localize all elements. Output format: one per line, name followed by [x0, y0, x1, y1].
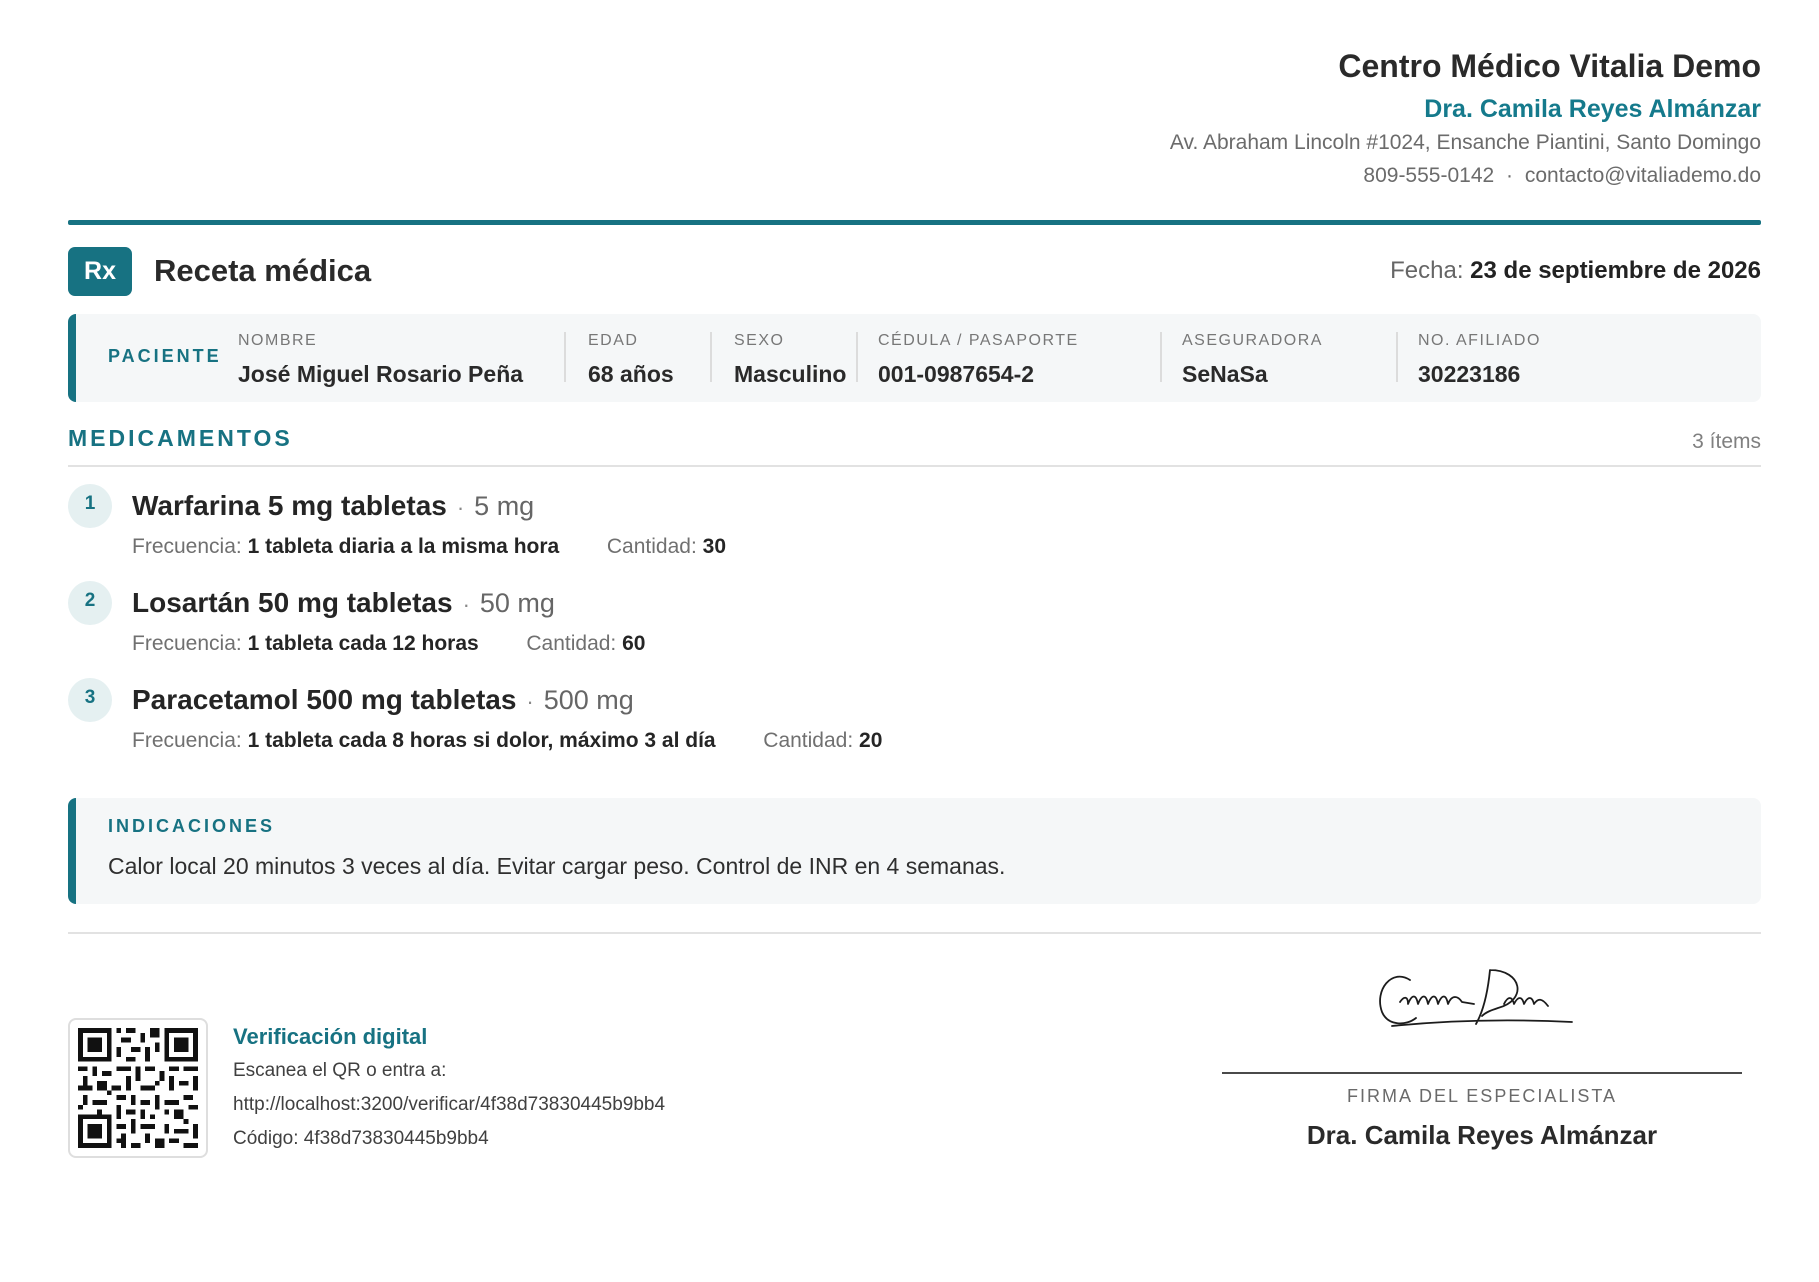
field-divider [710, 332, 712, 382]
patient-field-sex: SEXO Masculino [734, 330, 846, 390]
medication-name: Losartán 50 mg tabletas [132, 587, 453, 618]
patient-field-id: CÉDULA / PASAPORTE 001-0987654-2 [878, 330, 1079, 390]
frequency-label: Frecuencia: [132, 632, 242, 655]
medications-count: 3 ítems [1692, 430, 1761, 453]
qr-code-icon [78, 1028, 198, 1148]
indications-text: Calor local 20 minutos 3 veces al día. E… [108, 853, 1006, 879]
verification-instruction: Escanea el QR o entra a: [233, 1060, 447, 1081]
contact-separator: · [1506, 164, 1514, 187]
clinic-name: Centro Médico Vitalia Demo [1338, 48, 1761, 84]
field-value: 68 años [588, 361, 674, 387]
field-value: 001-0987654-2 [878, 361, 1035, 387]
field-label: CÉDULA / PASAPORTE [878, 332, 1079, 349]
medication-dose: 5 mg [474, 491, 535, 521]
field-value: SeNaSa [1182, 361, 1268, 387]
quantity-value: 20 [859, 729, 883, 752]
qr-code [68, 1018, 208, 1158]
clinic-contact: 809-555-0142 · contacto@vitaliademo.do [1170, 159, 1761, 192]
frequency-value: 1 tableta cada 12 horas [247, 632, 479, 655]
medication-title: Warfarina 5 mg tabletas · 5 mg [132, 486, 534, 531]
header-divider [68, 220, 1761, 225]
medications-heading: MEDICAMENTOS [68, 425, 293, 451]
title-separator: · [526, 689, 534, 714]
field-divider [1396, 332, 1398, 382]
verification-block: Verificación digital Escanea el QR o ent… [233, 1020, 665, 1156]
medication-title: Paracetamol 500 mg tabletas · 500 mg [132, 680, 634, 725]
clinic-phone: 809-555-0142 [1363, 164, 1495, 187]
quantity-label: Cantidad: [606, 535, 697, 558]
medication-name: Paracetamol 500 mg tabletas [132, 684, 517, 715]
rx-badge: Rx [68, 247, 132, 296]
patient-field-name: NOMBRE José Miguel Rosario Peña [238, 330, 523, 390]
field-divider [564, 332, 566, 382]
patient-section-label: PACIENTE [108, 346, 222, 366]
field-divider [1160, 332, 1162, 382]
field-divider [856, 332, 858, 382]
patient-panel: PACIENTE NOMBRE José Miguel Rosario Peña… [68, 314, 1761, 402]
signature-label: FIRMA DEL ESPECIALISTA [1346, 1086, 1618, 1106]
verification-code: Código: 4f38d73830445b9bb4 [233, 1128, 489, 1149]
quantity-label: Cantidad: [526, 632, 617, 655]
title-separator: · [456, 495, 465, 520]
field-label: ASEGURADORA [1182, 332, 1323, 349]
clinic-email[interactable]: contacto@vitaliademo.do [1525, 164, 1761, 187]
document-title: Receta médica [154, 253, 372, 288]
quantity-label: Cantidad: [763, 729, 854, 752]
footer-divider [68, 932, 1761, 934]
document-date: Fecha: 23 de septiembre de 2026 [1390, 254, 1761, 288]
medication-title: Losartán 50 mg tabletas · 50 mg [132, 583, 555, 628]
medication-dose: 50 mg [479, 588, 555, 618]
patient-field-age: EDAD 68 años [588, 330, 674, 390]
medication-details: Frecuencia: 1 tableta cada 12 horas Cant… [132, 629, 645, 659]
field-value: Masculino [734, 361, 847, 387]
medication-details: Frecuencia: 1 tableta cada 8 horas si do… [132, 726, 882, 756]
quantity-value: 30 [702, 535, 726, 558]
handwritten-signature [1379, 969, 1573, 1027]
field-label: NO. AFILIADO [1418, 332, 1541, 349]
clinic-header: Centro Médico Vitalia Demo Dra. Camila R… [1170, 46, 1761, 192]
patient-field-affiliate: NO. AFILIADO 30223186 [1418, 330, 1541, 390]
field-label: NOMBRE [238, 332, 318, 349]
frequency-label: Frecuencia: [132, 535, 242, 558]
clinic-address: Av. Abraham Lincoln #1024, Ensanche Pian… [1169, 131, 1761, 154]
date-label: Fecha: [1390, 257, 1464, 284]
field-label: EDAD [588, 332, 639, 349]
medications-divider [68, 465, 1761, 467]
medication-number: 3 [68, 678, 112, 722]
frequency-value: 1 tableta diaria a la misma hora [247, 535, 560, 558]
medication-dose: 500 mg [543, 685, 634, 715]
patient-field-insurer: ASEGURADORA SeNaSa [1182, 330, 1323, 390]
field-value: 30223186 [1418, 361, 1521, 387]
title-separator: · [462, 592, 470, 617]
medication-number: 2 [68, 581, 112, 625]
date-value: 23 de septiembre de 2026 [1470, 257, 1761, 284]
indications-label: INDICACIONES [108, 816, 276, 836]
verification-title: Verificación digital [233, 1024, 428, 1049]
medication-name: Warfarina 5 mg tabletas [132, 490, 447, 521]
signature-name: Dra. Camila Reyes Almánzar [1306, 1120, 1658, 1150]
medication-number: 1 [68, 484, 112, 528]
field-label: SEXO [734, 332, 785, 349]
indications-panel: INDICACIONES Calor local 20 minutos 3 ve… [68, 798, 1761, 904]
quantity-value: 60 [622, 632, 646, 655]
frequency-label: Frecuencia: [132, 729, 242, 752]
signature-line [1222, 1072, 1742, 1074]
doctor-name: Dra. Camila Reyes Almánzar [1424, 95, 1761, 123]
field-value: José Miguel Rosario Peña [238, 361, 524, 387]
prescription-page: Centro Médico Vitalia Demo Dra. Camila R… [68, 0, 1761, 1282]
medication-details: Frecuencia: 1 tableta diaria a la misma … [132, 532, 726, 562]
verification-url[interactable]: http://localhost:3200/verificar/4f38d738… [233, 1088, 665, 1122]
frequency-value: 1 tableta cada 8 horas si dolor, máximo … [247, 729, 716, 752]
